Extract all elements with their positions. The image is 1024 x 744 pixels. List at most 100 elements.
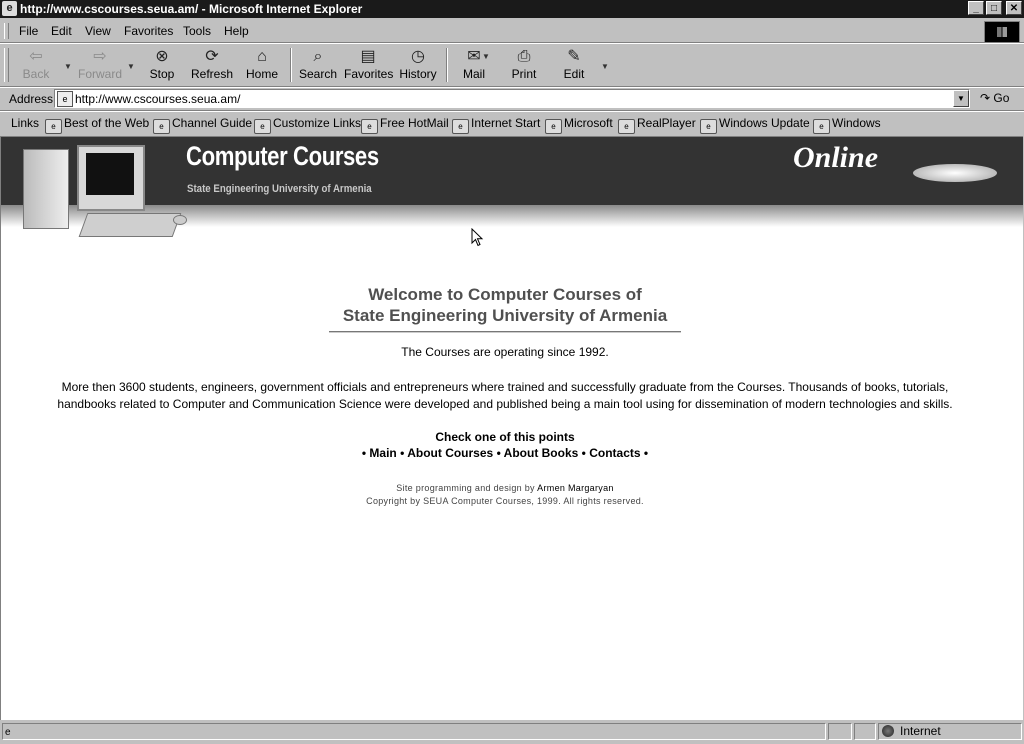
close-button[interactable]: ✕ — [1006, 1, 1022, 15]
copyright-text: Copyright by SEUA Computer Courses, 1999… — [366, 496, 644, 506]
window-title: http://www.cscourses.seua.am/ - Microsof… — [20, 2, 363, 16]
mail-icon: ✉ — [467, 48, 481, 65]
page-viewport[interactable]: Computer Courses State Engineering Unive… — [0, 136, 1023, 720]
edit-page-icon: ✎ — [567, 48, 581, 65]
banner-oval-graphic — [913, 164, 997, 182]
welcome-heading: Welcome to Computer Courses of State Eng… — [1, 284, 1009, 326]
menu-tools[interactable]: Tools — [183, 24, 211, 38]
back-button[interactable]: ⇦ Back — [14, 46, 58, 84]
go-label: Go — [993, 91, 1010, 105]
toolbar-separator — [290, 48, 292, 82]
menu-grip[interactable] — [4, 23, 9, 39]
monitor-graphic — [77, 145, 145, 211]
forward-dropdown-icon[interactable]: ▼ — [127, 62, 135, 71]
mouse-graphic — [173, 215, 187, 225]
minimize-button[interactable]: _ — [968, 1, 984, 15]
link-microsoft[interactable]: e Microsoft — [545, 116, 613, 134]
menu-view[interactable]: View — [85, 24, 111, 38]
computer-illustration — [23, 143, 188, 243]
link-customize-links[interactable]: e Customize Links — [254, 116, 361, 134]
link-label: Customize Links — [273, 116, 362, 130]
link-label: Windows — [832, 116, 881, 130]
link-page-icon: e — [545, 119, 562, 134]
link-page-icon: e — [153, 119, 170, 134]
favorites-label: Favorites — [344, 67, 394, 81]
favorites-button[interactable]: ▤ Favorites — [344, 46, 394, 84]
toolbar-grip[interactable] — [4, 48, 9, 82]
refresh-label: Refresh — [190, 67, 234, 81]
back-label: Back — [22, 67, 50, 81]
address-dropdown-icon[interactable]: ▼ — [953, 90, 969, 107]
stop-icon: ⊗ — [155, 48, 169, 65]
link-label: Free HotMail — [380, 116, 449, 130]
edit-button[interactable]: ✎ Edit — [558, 46, 590, 84]
home-button[interactable]: ⌂ Home — [243, 46, 281, 84]
history-button[interactable]: ◷ History — [398, 46, 438, 84]
back-arrow-icon: ⇦ — [29, 48, 43, 65]
address-input[interactable] — [75, 91, 935, 106]
window-controls: _ □ ✕ — [966, 1, 1022, 15]
history-label: History — [399, 67, 437, 81]
mail-label: Mail — [462, 67, 485, 81]
zone-label: Internet — [900, 724, 941, 738]
link-page-icon: e — [700, 119, 717, 134]
print-button[interactable]: ⎙ Print — [508, 46, 540, 84]
menu-bar: File Edit View Favorites Tools Help — [0, 20, 1024, 43]
search-label: Search — [298, 67, 338, 81]
author-link[interactable]: Armen Margaryan — [537, 483, 614, 493]
print-label: Print — [511, 67, 537, 81]
link-page-icon: e — [452, 119, 469, 134]
link-channel-guide[interactable]: e Channel Guide — [153, 116, 252, 134]
links-label[interactable]: Links — [11, 116, 39, 130]
menu-help[interactable]: Help — [224, 24, 249, 38]
toolbar-separator — [446, 48, 448, 82]
refresh-icon: ⟳ — [205, 48, 219, 65]
banner-online-label: Online — [793, 141, 879, 174]
forward-arrow-icon: ⇨ — [93, 48, 107, 65]
menu-file[interactable]: File — [19, 24, 38, 38]
status-bar: e Internet — [0, 721, 1024, 744]
link-page-icon: e — [618, 119, 635, 134]
credit-prefix: Site programming and design by — [396, 483, 535, 493]
ie-page-icon[interactable]: e — [2, 1, 17, 16]
bullet: • — [496, 446, 501, 460]
internet-globe-icon — [882, 725, 894, 737]
link-label: Channel Guide — [172, 116, 253, 130]
nav-link-main[interactable]: Main — [369, 446, 396, 460]
link-best-of-the-web[interactable]: e Best of the Web — [45, 116, 149, 134]
nav-link-about-courses[interactable]: About Courses — [407, 446, 493, 460]
back-dropdown-icon[interactable]: ▼ — [64, 62, 72, 71]
forward-button[interactable]: ⇨ Forward — [76, 46, 124, 84]
link-page-icon: e — [813, 119, 830, 134]
search-button[interactable]: ⌕ Search — [298, 46, 338, 84]
refresh-button[interactable]: ⟳ Refresh — [190, 46, 234, 84]
link-internet-start[interactable]: e Internet Start — [452, 116, 540, 134]
bullet: • — [400, 446, 405, 460]
stop-button[interactable]: ⊗ Stop — [144, 46, 180, 84]
since-text: The Courses are operating since 1992. — [401, 345, 609, 359]
nav-link-contacts[interactable]: Contacts — [589, 446, 640, 460]
link-free-hotmail[interactable]: e Free HotMail — [361, 116, 449, 134]
links-bar: Links e Best of the Web e Channel Guide eC… — [0, 112, 1024, 134]
status-pane — [854, 723, 876, 740]
link-windows[interactable]: e Windows — [813, 116, 881, 134]
home-label: Home — [245, 67, 278, 81]
description-text: More then 3600 students, engineers, gove… — [15, 379, 995, 413]
link-page-icon: e — [45, 119, 62, 134]
credits: Site programming and design by Armen Mar… — [1, 482, 1009, 508]
mail-dropdown-icon[interactable]: ▼ — [482, 52, 490, 61]
address-field[interactable]: e ▼ — [54, 89, 970, 108]
link-windows-update[interactable]: e Windows Update — [700, 116, 810, 134]
menu-favorites[interactable]: Favorites — [124, 24, 173, 38]
edit-label: Edit — [563, 67, 585, 81]
link-realplayer[interactable]: e RealPlayer — [618, 116, 696, 134]
nav-link-about-books[interactable]: About Books — [504, 446, 579, 460]
restore-button[interactable]: □ — [986, 1, 1002, 15]
edit-dropdown-icon[interactable]: ▼ — [601, 62, 609, 71]
link-page-icon: e — [361, 119, 378, 134]
go-button[interactable]: ↷ Go — [980, 91, 1009, 105]
description-line-1: More then 3600 students, engineers, gove… — [61, 380, 949, 394]
menu-edit[interactable]: Edit — [51, 24, 72, 38]
stop-label: Stop — [149, 67, 175, 81]
status-pane — [828, 723, 852, 740]
